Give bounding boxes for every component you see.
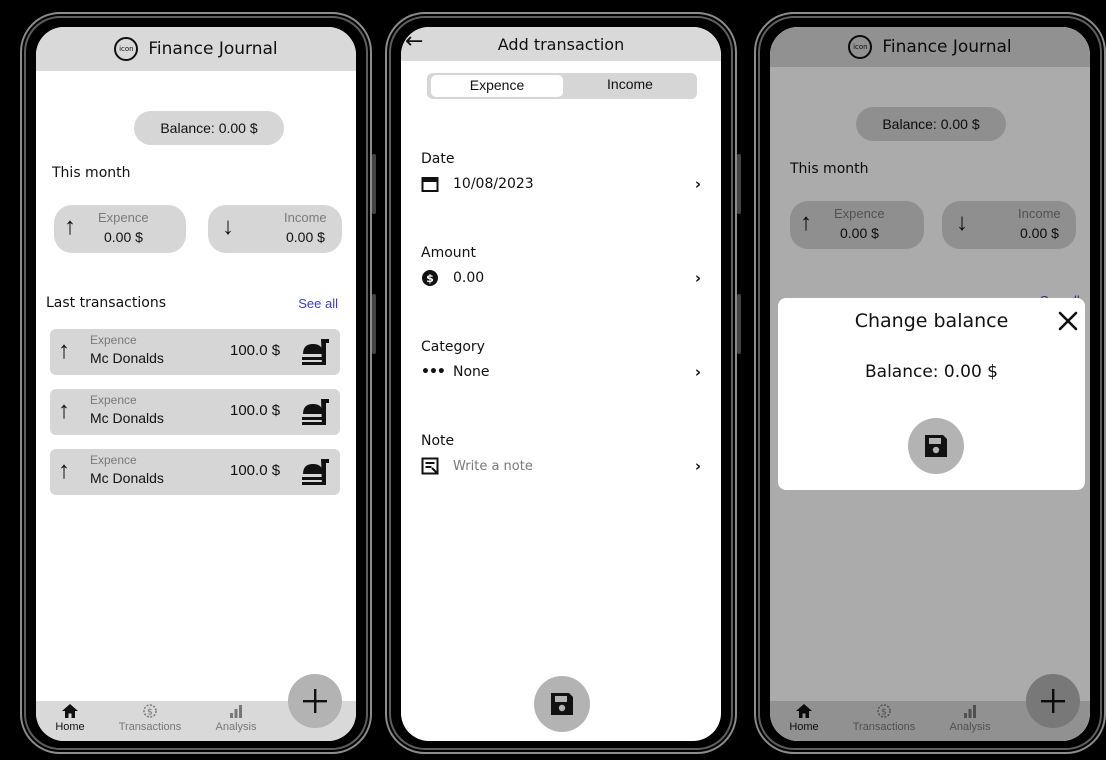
tab-expence[interactable]: Expence [431,77,563,93]
save-icon [551,693,573,715]
income-label: Income [284,210,327,225]
amount-field[interactable]: $ 0.00 › [421,267,701,289]
more-dots-icon: ••• [421,364,446,380]
note-field[interactable]: Write a note › [421,455,701,477]
side-button [737,154,741,214]
income-value: 0.00 $ [286,229,325,245]
transaction-type: Expence [90,453,137,467]
nav-home-label: Home [55,721,85,733]
add-transaction-button[interactable] [288,674,342,728]
save-icon [925,435,947,457]
arrow-up-icon: ↑ [58,457,70,484]
category-value: None [453,364,490,380]
phone-home: icon Finance Journal Balance: 0.00 $ Thi… [20,12,376,754]
balance-label: Balance: 0.00 $ [160,120,258,136]
side-button [737,294,741,354]
nav-analysis-label: Analysis [215,721,257,733]
nav-analysis[interactable]: Analysis [208,704,264,733]
arrow-up-icon: ↑ [64,213,76,240]
svg-text:$: $ [426,272,434,285]
home-screen: icon Finance Journal Balance: 0.00 $ Thi… [36,27,356,741]
add-title: Add transaction [497,34,625,54]
fastfood-icon [302,459,329,485]
transaction-row[interactable]: ↑ Expence Mc Donalds 100.0 $ [50,449,340,495]
nav-transactions-label: Transactions [118,721,182,733]
expence-summary[interactable]: ↑ Expence 0.00 $ [54,205,186,253]
see-all-link[interactable]: See all [298,296,338,311]
transaction-amount: 100.0 $ [230,462,281,479]
expence-label: Expence [98,210,149,225]
date-field[interactable]: 10/08/2023 › [421,173,701,195]
back-arrow-icon[interactable]: ← [405,29,423,54]
arrow-up-icon: ↑ [58,397,70,424]
transaction-type: Expence [90,393,137,407]
bar-chart-icon [230,705,242,718]
dollar-icon: $ [422,270,438,286]
balance-button[interactable]: Balance: 0.00 $ [134,111,284,145]
svg-text:$: $ [147,708,153,718]
note-label: Note [421,433,455,449]
expence-value: 0.00 $ [104,229,143,245]
logo-icon: icon [114,37,139,61]
type-segmented-control: Expence Income [427,73,697,99]
transaction-name: Mc Donalds [90,410,164,426]
chevron-right-icon: › [694,363,701,381]
amount-label: Amount [421,245,477,261]
date-label: Date [421,151,455,167]
add-transaction-screen: ← Add transaction Expence Income Date 10… [401,27,721,741]
calendar-icon [421,177,439,192]
app-header: icon Finance Journal [36,27,356,71]
transaction-name: Mc Donalds [90,470,164,486]
arrow-down-icon: ↓ [222,213,234,240]
home-icon [62,704,78,718]
income-summary[interactable]: ↓ Income 0.00 $ [208,205,342,253]
dialog-balance: Balance: 0.00 $ [864,362,998,382]
category-label: Category [421,339,485,355]
this-month-heading: This month [52,165,131,181]
chevron-right-icon: › [694,175,701,193]
save-button[interactable] [534,676,590,732]
transaction-amount: 100.0 $ [230,402,281,419]
dialog-save-button[interactable] [908,418,964,474]
transaction-type: Expence [90,333,137,347]
fastfood-icon [302,399,329,425]
phone-add-transaction: ← Add transaction Expence Income Date 10… [385,12,741,754]
transaction-amount: 100.0 $ [230,342,281,359]
tab-income[interactable]: Income [565,76,695,92]
close-icon[interactable] [1057,310,1079,332]
note-input[interactable]: Write a note [453,459,533,474]
app-title: Finance Journal [148,39,278,59]
fastfood-icon [302,339,329,365]
date-value: 10/08/2023 [453,176,534,192]
dialog-title: Change balance [854,310,1009,332]
side-button [372,294,376,354]
chevron-right-icon: › [694,269,701,287]
amount-value: 0.00 [453,270,485,286]
plus-icon [303,689,327,713]
nav-home[interactable]: Home [50,704,90,733]
arrow-up-icon: ↑ [58,337,70,364]
transaction-row[interactable]: ↑ Expence Mc Donalds 100.0 $ [50,329,340,375]
last-transactions-heading: Last transactions [46,295,166,311]
side-button [372,154,376,214]
add-header: ← Add transaction [401,27,721,61]
dollar-circle-icon: $ [143,704,157,718]
transaction-name: Mc Donalds [90,350,164,366]
nav-transactions[interactable]: $ Transactions [110,704,190,733]
note-icon [421,457,439,475]
category-field[interactable]: ••• None › [421,361,701,383]
change-balance-dialog: Change balance Balance: 0.00 $ [778,298,1085,490]
chevron-right-icon: › [694,457,701,475]
transaction-row[interactable]: ↑ Expence Mc Donalds 100.0 $ [50,389,340,435]
